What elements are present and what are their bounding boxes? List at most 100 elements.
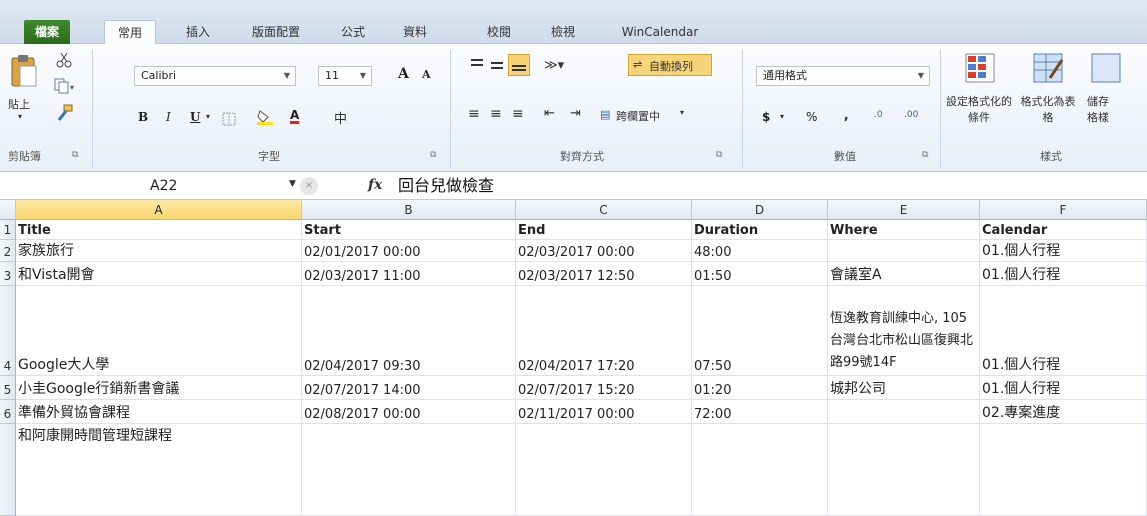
row-header[interactable]: 5 [0, 376, 16, 400]
name-box[interactable]: A22 [30, 175, 300, 197]
table-cell[interactable]: 07:50 [692, 286, 828, 376]
font-size-combo[interactable]: 11 ▼ [318, 66, 372, 86]
borders-icon[interactable] [222, 112, 240, 126]
table-cell[interactable]: 01.個人行程 [980, 262, 1147, 286]
table-cell[interactable]: 02/08/2017 00:00 [302, 400, 516, 424]
table-cell[interactable]: 02/03/2017 11:00 [302, 262, 516, 286]
insert-function-button[interactable]: fx [368, 177, 382, 193]
dialog-launcher-icon[interactable]: ⧉ [430, 150, 436, 160]
table-cell[interactable] [516, 424, 692, 516]
table-cell[interactable]: 和Vista開會 [16, 262, 302, 286]
conditional-format-button[interactable]: 設定格式化的條件 [944, 50, 1014, 140]
dialog-launcher-icon[interactable]: ⧉ [716, 150, 722, 160]
row-header[interactable]: 1 [0, 220, 16, 240]
row-header[interactable]: 2 [0, 240, 16, 262]
column-header-f[interactable]: F [980, 200, 1147, 220]
column-header-b[interactable]: B [302, 200, 516, 220]
table-cell[interactable]: 恆逸教育訓練中心, 105台灣台北市松山區復興北路99號14F [828, 286, 980, 376]
tab-page-layout[interactable]: 版面配置 [238, 20, 314, 44]
table-cell[interactable]: Calendar [980, 220, 1147, 240]
table-cell[interactable] [828, 400, 980, 424]
table-cell[interactable]: 72:00 [692, 400, 828, 424]
table-cell[interactable]: 48:00 [692, 240, 828, 262]
font-name-combo[interactable]: Calibri ▼ [134, 66, 296, 86]
paste-button[interactable]: 貼上 ▾ [6, 52, 44, 130]
orientation-icon[interactable]: ≫▾ [544, 58, 564, 73]
comma-button[interactable]: , [844, 108, 849, 122]
cancel-icon[interactable]: × [300, 177, 318, 195]
select-all-corner[interactable] [0, 200, 16, 220]
phonetic-guide-button[interactable]: 中 [334, 108, 347, 127]
tab-review[interactable]: 校閱 [474, 20, 524, 44]
align-bottom-button[interactable] [508, 54, 530, 76]
table-cell[interactable]: 02/01/2017 00:00 [302, 240, 516, 262]
currency-button[interactable]: $ [762, 110, 770, 124]
align-center-icon[interactable]: ≡ [490, 106, 502, 122]
format-painter-icon[interactable] [56, 104, 74, 122]
table-cell[interactable]: 會議室A [828, 262, 980, 286]
tab-view[interactable]: 檢視 [538, 20, 588, 44]
number-format-combo[interactable]: 通用格式 ▼ [756, 66, 930, 86]
increase-decimal-button[interactable]: .0 [874, 110, 883, 120]
merge-center-label[interactable]: 跨欄置中 [616, 108, 660, 124]
copy-icon[interactable]: ▾ [54, 78, 76, 94]
table-cell[interactable]: Title [16, 220, 302, 240]
tab-wincalendar[interactable]: WinCalendar [610, 20, 710, 44]
table-cell[interactable] [828, 240, 980, 262]
column-header-e[interactable]: E [828, 200, 980, 220]
table-cell[interactable]: 01:50 [692, 262, 828, 286]
row-header[interactable] [0, 424, 16, 516]
increase-indent-icon[interactable]: ⇥ [570, 106, 581, 121]
column-header-a[interactable]: A [16, 200, 302, 220]
table-cell[interactable]: Google大人學 [16, 286, 302, 376]
table-cell[interactable]: 02/11/2017 00:00 [516, 400, 692, 424]
table-cell[interactable]: 和阿康開時間管理短課程 [16, 424, 302, 516]
bold-button[interactable]: B [138, 110, 148, 124]
table-cell[interactable] [302, 424, 516, 516]
underline-button[interactable]: U [190, 110, 200, 124]
table-cell[interactable]: 家族旅行 [16, 240, 302, 262]
column-header-c[interactable]: C [516, 200, 692, 220]
align-top-icon[interactable] [470, 58, 484, 70]
chevron-down-icon[interactable]: ▾ [680, 108, 684, 117]
column-header-d[interactable]: D [692, 200, 828, 220]
dialog-launcher-icon[interactable]: ⧉ [72, 150, 78, 160]
row-header[interactable]: 6 [0, 400, 16, 424]
table-cell[interactable]: End [516, 220, 692, 240]
table-cell[interactable]: 準備外貿協會課程 [16, 400, 302, 424]
row-header[interactable]: 4 [0, 286, 16, 376]
chevron-down-icon[interactable]: ▼ [289, 179, 296, 189]
align-middle-icon[interactable] [490, 60, 504, 72]
table-cell[interactable]: 02.專案進度 [980, 400, 1147, 424]
chevron-down-icon[interactable]: ▾ [206, 112, 210, 121]
decrease-indent-icon[interactable]: ⇤ [544, 106, 555, 121]
percent-button[interactable]: % [806, 110, 817, 124]
table-cell[interactable]: 02/03/2017 00:00 [516, 240, 692, 262]
table-cell[interactable]: 02/04/2017 17:20 [516, 286, 692, 376]
cut-icon[interactable] [56, 52, 72, 68]
align-left-icon[interactable]: ≡ [468, 106, 480, 122]
table-cell[interactable]: Where [828, 220, 980, 240]
tab-formulas[interactable]: 公式 [328, 20, 378, 44]
table-cell[interactable]: 02/03/2017 12:50 [516, 262, 692, 286]
table-cell[interactable] [828, 424, 980, 516]
fill-color-icon[interactable] [256, 108, 274, 126]
italic-button[interactable]: I [166, 110, 171, 124]
table-cell[interactable]: 城邦公司 [828, 376, 980, 400]
merge-center-icon[interactable]: ▤ [600, 108, 610, 121]
chevron-down-icon[interactable]: ▾ [780, 112, 784, 121]
tab-data[interactable]: 資料 [390, 20, 440, 44]
table-cell[interactable]: 02/07/2017 15:20 [516, 376, 692, 400]
table-cell[interactable]: 小圭Google行銷新書會議 [16, 376, 302, 400]
table-cell[interactable]: 01.個人行程 [980, 240, 1147, 262]
table-cell[interactable]: 02/07/2017 14:00 [302, 376, 516, 400]
shrink-font-button[interactable]: A [422, 68, 431, 81]
tab-insert[interactable]: 插入 [172, 20, 224, 44]
table-cell[interactable]: Duration [692, 220, 828, 240]
table-cell[interactable] [980, 424, 1147, 516]
table-cell[interactable]: 01:20 [692, 376, 828, 400]
decrease-decimal-button[interactable]: .00 [904, 110, 918, 120]
table-cell[interactable]: 01.個人行程 [980, 376, 1147, 400]
grow-font-button[interactable]: A [398, 66, 409, 82]
align-right-icon[interactable]: ≡ [512, 106, 524, 122]
